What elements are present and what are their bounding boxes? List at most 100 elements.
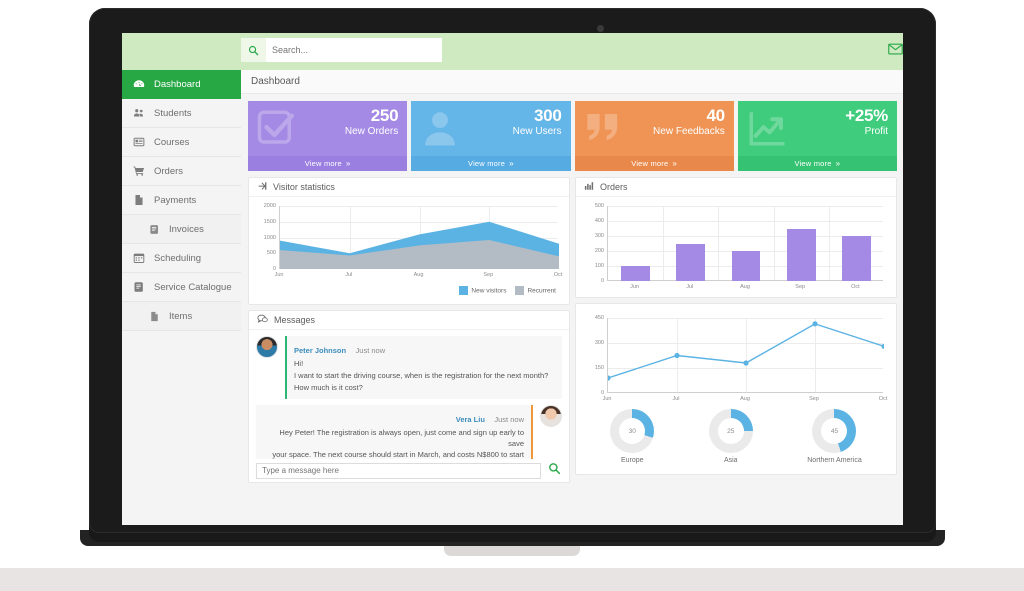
dashboard-icon [133, 78, 145, 90]
view-more-label: View more [794, 159, 832, 168]
send-message-button[interactable] [546, 462, 562, 479]
search-icon [241, 38, 266, 62]
sidebar-item-label: Items [169, 310, 193, 322]
x-axis-tick: Sep [809, 396, 819, 402]
chat-icon [257, 314, 268, 326]
line-series [608, 323, 884, 379]
kpi-label: Profit [864, 126, 888, 137]
y-axis-tick: 200 [594, 248, 604, 254]
messages-button[interactable] [887, 43, 903, 57]
avatar [540, 404, 562, 427]
view-more-link[interactable]: View more» [737, 156, 897, 171]
message-line: I want to start the driving course, when… [294, 370, 549, 380]
screenshot-stage: Menu Dashboard Students [0, 0, 1024, 591]
chevron-right-icon: » [509, 159, 514, 168]
sidebar-item-label: Scheduling [154, 252, 202, 264]
y-axis-tick: 500 [594, 203, 604, 209]
sidebar-item-dashboard[interactable]: Dashboard [122, 70, 241, 99]
user-icon [419, 107, 461, 154]
webcam-icon [597, 25, 604, 32]
legend-swatch [459, 286, 469, 296]
message-composer [249, 459, 569, 482]
kpi-card-new-feedbacks[interactable]: 40 New Feedbacks View more» [574, 101, 734, 171]
browser-screen: Menu Dashboard Students [122, 33, 903, 525]
y-axis-tick: 300 [594, 233, 604, 239]
donut-item: 45 Northern America [807, 409, 862, 464]
y-axis-tick: 450 [594, 315, 604, 321]
sidebar-item-orders[interactable]: Orders [122, 157, 241, 186]
panel-regions: 0 150 300 450 Jun Jul Aug Sep Oct 30 Europe 25 Asia… [575, 303, 897, 475]
left-column: Visitor statistics 0 500 1000 1500 2000 Jun Ju… [248, 177, 570, 483]
kpi-value: 40 [706, 106, 725, 125]
search-box[interactable] [241, 38, 442, 62]
sidebar-item-payments[interactable]: Payments [122, 186, 241, 215]
panel-body: 0 500 1000 1500 2000 Jun Jul Aug Sep Oct New visi… [249, 197, 569, 304]
donut-label: Asia [723, 457, 738, 464]
view-more-link[interactable]: View more» [574, 156, 734, 171]
kpi-cards: 250 New Orders View more» 300 New Users … [241, 94, 903, 171]
x-axis-tick: Jul [345, 272, 353, 278]
message-line: How much is it cost? [294, 382, 363, 392]
file-icon [148, 310, 160, 322]
catalogue-icon [133, 281, 145, 293]
donut-chart: 25 [708, 409, 753, 453]
cart-icon [133, 165, 145, 177]
x-axis-tick: Aug [740, 284, 750, 290]
data-point [812, 321, 818, 327]
view-more-label: View more [631, 159, 669, 168]
sidebar-item-items[interactable]: Items [122, 302, 241, 331]
search-input[interactable] [266, 39, 442, 61]
message-bubble: Peter Johnson Just now Hi! I want to sta… [285, 336, 562, 399]
message-time: Just now [494, 414, 524, 424]
book-icon [133, 136, 145, 148]
data-point [674, 352, 680, 359]
view-more-link[interactable]: View more» [411, 156, 571, 171]
bar-chart-icon [584, 181, 594, 193]
donut-chart: 45 [812, 409, 857, 453]
bar [786, 228, 816, 281]
sidebar-item-invoices[interactable]: Invoices [122, 215, 241, 244]
message-input[interactable] [256, 462, 541, 479]
y-axis-tick: 300 [594, 340, 604, 346]
kpi-card-profit[interactable]: +25% Profit View more» [737, 101, 897, 171]
panel-header: Messages [249, 311, 569, 330]
visitor-statistics-chart: 0 500 1000 1500 2000 Jun Jul Aug Sep Oct [256, 202, 563, 280]
kpi-card-new-orders[interactable]: 250 New Orders View more» [248, 101, 408, 171]
sidebar-item-service-catalogue[interactable]: Service Catalogue [122, 273, 241, 302]
donut-label: Europe [620, 457, 644, 464]
sign-in-icon [257, 181, 267, 193]
kpi-card-new-users[interactable]: 300 New Users View more» [411, 101, 571, 171]
x-axis-tick: Jul [686, 284, 694, 290]
data-point [608, 375, 611, 381]
x-axis-tick: Sep [483, 272, 494, 278]
page-title: Dashboard [251, 76, 300, 87]
chart-up-icon [746, 107, 788, 154]
dashboard-panels: Visitor statistics 0 500 1000 1500 2000 Jun Ju… [241, 171, 903, 483]
invoice-icon [148, 223, 160, 235]
check-square-icon [256, 107, 298, 154]
regions-line-chart: 0 150 300 450 Jun Jul Aug Sep Oct [583, 312, 889, 405]
panel-title: Visitor statistics [273, 182, 335, 192]
sidebar-item-students[interactable]: Students [122, 99, 241, 128]
y-axis-tick: 1000 [263, 234, 276, 241]
file-icon [133, 194, 145, 206]
donut-label: Northern America [807, 457, 862, 464]
message-line: Hey Peter! The registration is always op… [279, 427, 524, 448]
kpi-value: +25% [845, 106, 888, 125]
bar [842, 236, 871, 281]
y-axis-tick: 2000 [263, 203, 276, 209]
sidebar-item-scheduling[interactable]: Scheduling [122, 244, 241, 273]
x-axis-tick: Jun [630, 284, 640, 290]
sidebar-item-courses[interactable]: Courses [122, 128, 241, 157]
kpi-label: New Feedbacks [653, 126, 725, 137]
messages-list: Peter Johnson Just now Hi! I want to sta… [249, 330, 569, 482]
sidebar-item-label: Orders [154, 165, 184, 177]
donut-value: 45 [830, 427, 839, 435]
breadcrumb: Dashboard [241, 70, 903, 94]
data-point [743, 360, 749, 366]
panel-body: 0 100 200 300 400 500 Jun Jul Aug Sep Oct [576, 197, 896, 297]
sidebar-item-label: Service Catalogue [154, 281, 232, 293]
view-more-link[interactable]: View more» [248, 156, 408, 171]
x-axis-tick: Jun [274, 272, 284, 278]
desk-shadow-strip [0, 568, 1024, 591]
